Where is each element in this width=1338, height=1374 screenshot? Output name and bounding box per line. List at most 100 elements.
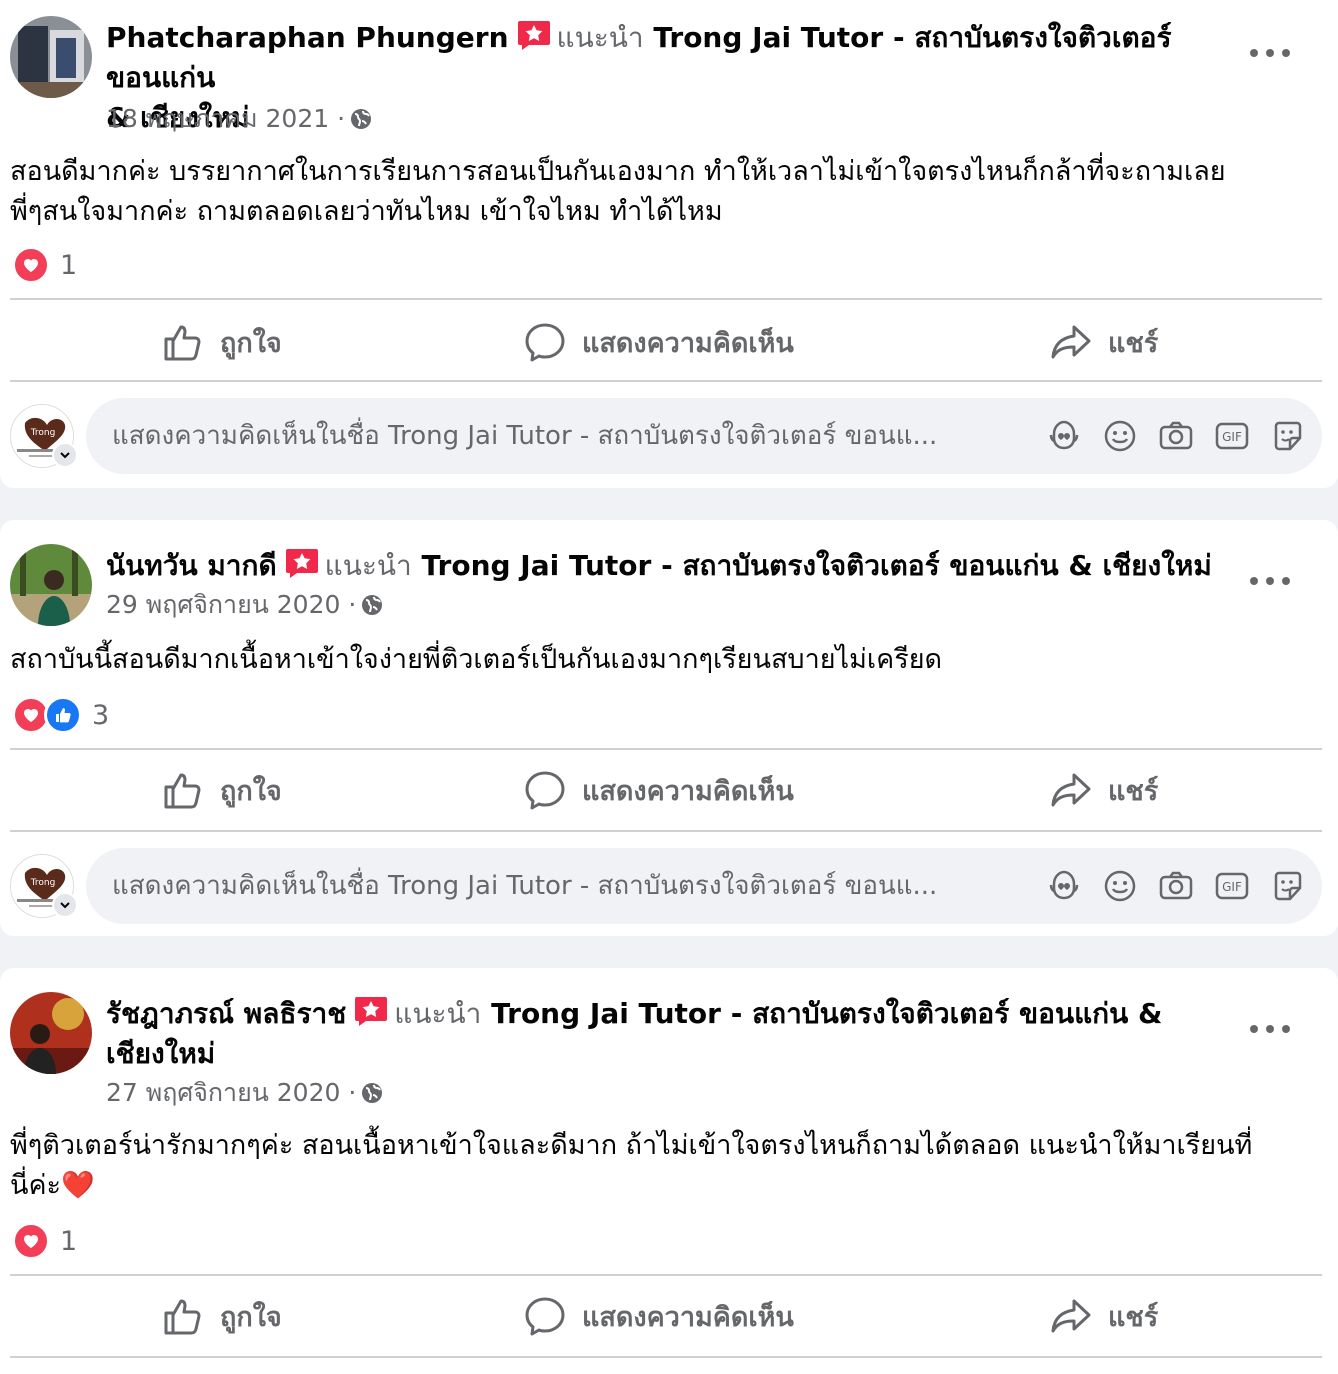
- comment-button[interactable]: แสดงความคิดเห็น: [524, 1276, 794, 1356]
- recommend-icon: [354, 995, 388, 1027]
- post-header: รัชฎาภรณ์ พลธิราช แนะนำ Trong Jai Tutor -…: [10, 990, 1330, 1110]
- post-date[interactable]: 27 พฤศจิกายน 2020: [106, 1078, 340, 1107]
- avatar[interactable]: [10, 992, 92, 1074]
- post-text: สอนดีมากค่ะ บรรยากาศในการเรียนการสอนเป็น…: [10, 152, 1310, 232]
- thumbs-up-icon: [164, 773, 201, 809]
- page-name[interactable]: Trong Jai Tutor - สถาบันตรงใจติวเตอร์ ขอ…: [491, 997, 1162, 1030]
- avatar[interactable]: [10, 16, 92, 98]
- comment-button[interactable]: แสดงความคิดเห็น: [524, 302, 794, 382]
- recommends-label: แนะนำ: [556, 21, 644, 54]
- globe-icon: [360, 592, 384, 616]
- emoji-icon[interactable]: [1102, 418, 1138, 454]
- reaction-count: 1: [60, 249, 78, 281]
- post-date-line: 27 พฤศจิกายน 2020 ·: [106, 1076, 384, 1110]
- comment-label: แสดงความคิดเห็น: [582, 327, 794, 359]
- author-name[interactable]: รัชฎาภรณ์ พลธิราช: [106, 997, 346, 1030]
- comment-composer: Trong แสดงความคิดเห็นในชื่อ Trong Jai Tu…: [10, 398, 1322, 476]
- comment-input[interactable]: แสดงความคิดเห็นในชื่อ Trong Jai Tutor - …: [86, 848, 1322, 924]
- reactions-summary[interactable]: 1: [12, 246, 77, 284]
- more-options-icon[interactable]: [1250, 574, 1290, 588]
- recommend-icon: [285, 547, 319, 579]
- camera-icon[interactable]: [1158, 868, 1194, 904]
- divider: [10, 380, 1322, 382]
- like-button[interactable]: ถูกใจ: [162, 750, 282, 830]
- post-title: รัชฎาภรณ์ พลธิราช แนะนำ Trong Jai Tutor -…: [106, 994, 1246, 1074]
- review-card: นันทวัน มากดี แนะนำ Trong Jai Tutor - สถา…: [0, 520, 1338, 936]
- svg-text:Trong: Trong: [30, 428, 56, 438]
- more-options-icon[interactable]: [1250, 46, 1290, 60]
- like-label: ถูกใจ: [220, 327, 282, 359]
- like-reaction-icon: [44, 696, 82, 734]
- share-icon: [1051, 1299, 1091, 1333]
- camera-icon[interactable]: [1158, 418, 1194, 454]
- avatar-sticker-icon[interactable]: [1046, 868, 1082, 904]
- sticker-icon[interactable]: [1270, 418, 1306, 454]
- reviews-feed: Phatcharaphan Phungern แนะนำ Trong Jai Tu…: [0, 0, 1338, 1374]
- review-card: Phatcharaphan Phungern แนะนำ Trong Jai Tu…: [0, 0, 1338, 488]
- post-actions: ถูกใจ แสดงความคิดเห็น แชร์: [10, 1276, 1322, 1356]
- author-name[interactable]: Phatcharaphan Phungern: [106, 21, 509, 54]
- gif-icon[interactable]: GIF: [1214, 868, 1250, 904]
- comment-icon: [525, 1297, 565, 1336]
- globe-icon: [349, 106, 373, 130]
- page-name-cont[interactable]: เชียงใหม่: [106, 1037, 215, 1070]
- post-header: Phatcharaphan Phungern แนะนำ Trong Jai Tu…: [10, 14, 1330, 134]
- reactions-summary[interactable]: 3: [12, 696, 109, 734]
- share-icon: [1051, 773, 1091, 807]
- share-icon: [1051, 325, 1091, 359]
- share-label: แชร์: [1108, 327, 1159, 359]
- avatar[interactable]: [10, 544, 92, 626]
- post-text-line: พี่ๆสนใจมากค่ะ ถามตลอดเลยว่าทันไหม เข้าใ…: [10, 196, 723, 227]
- comment-tools: GIF: [1026, 868, 1306, 904]
- separator: ·: [348, 590, 357, 619]
- post-text: สถาบันนี้สอนดีมากเนื้อหาเข้าใจง่ายพี่ติว…: [10, 640, 1310, 680]
- like-button[interactable]: ถูกใจ: [162, 1276, 282, 1356]
- comment-icon: [525, 771, 565, 810]
- post-text-line: สถาบันนี้สอนดีมากเนื้อหาเข้าใจง่ายพี่ติว…: [10, 644, 943, 675]
- switch-profile-chevron-icon[interactable]: [52, 892, 78, 918]
- love-reaction-icon: [12, 246, 50, 284]
- emoji-icon[interactable]: [1102, 868, 1138, 904]
- like-button[interactable]: ถูกใจ: [162, 302, 282, 382]
- svg-text:GIF: GIF: [1222, 430, 1242, 444]
- comment-icon: [525, 323, 565, 362]
- share-button[interactable]: แชร์: [1050, 302, 1158, 382]
- post-text-line: พี่ๆติวเตอร์น่ารักมากๆค่ะ สอนเนื้อหาเข้า…: [10, 1130, 1253, 1161]
- sticker-icon[interactable]: [1270, 868, 1306, 904]
- post-date[interactable]: 18 พฤษภาคม 2021: [106, 104, 329, 133]
- recommends-label: แนะนำ: [394, 997, 482, 1030]
- love-reaction-icon: [12, 1222, 50, 1260]
- comment-composer: Trong แสดงความคิดเห็นในชื่อ Trong Jai Tu…: [10, 848, 1322, 926]
- post-actions: ถูกใจ แสดงความคิดเห็น แชร์: [10, 750, 1322, 830]
- avatar-sticker-icon[interactable]: [1046, 418, 1082, 454]
- gif-icon[interactable]: GIF: [1214, 418, 1250, 454]
- comment-placeholder: แสดงความคิดเห็นในชื่อ Trong Jai Tutor - …: [112, 871, 938, 901]
- post-date[interactable]: 29 พฤศจิกายน 2020: [106, 590, 340, 619]
- comment-input[interactable]: แสดงความคิดเห็นในชื่อ Trong Jai Tutor - …: [86, 398, 1322, 474]
- more-options-icon[interactable]: [1250, 1022, 1290, 1036]
- post-text-line: นี่ค่ะ❤️: [10, 1170, 95, 1201]
- comment-button[interactable]: แสดงความคิดเห็น: [524, 750, 794, 830]
- divider: [10, 830, 1322, 832]
- reactions-summary[interactable]: 1: [12, 1222, 77, 1260]
- reaction-count: 1: [60, 1225, 78, 1257]
- recommends-label: แนะนำ: [324, 549, 412, 582]
- thumbs-up-icon: [164, 325, 201, 361]
- divider: [10, 1356, 1322, 1358]
- post-text: พี่ๆติวเตอร์น่ารักมากๆค่ะ สอนเนื้อหาเข้า…: [10, 1126, 1310, 1206]
- share-label: แชร์: [1108, 775, 1159, 807]
- switch-profile-chevron-icon[interactable]: [52, 442, 78, 468]
- share-button[interactable]: แชร์: [1050, 1276, 1158, 1356]
- share-button[interactable]: แชร์: [1050, 750, 1158, 830]
- page-name[interactable]: Trong Jai Tutor - สถาบันตรงใจติวเตอร์ ขอ…: [422, 549, 1212, 582]
- separator: ·: [337, 104, 346, 133]
- svg-text:Trong: Trong: [30, 878, 56, 888]
- comment-label: แสดงความคิดเห็น: [582, 1301, 794, 1333]
- post-date-line: 29 พฤศจิกายน 2020 ·: [106, 588, 384, 622]
- author-name[interactable]: นันทวัน มากดี: [106, 549, 277, 582]
- post-text-line: สอนดีมากค่ะ บรรยากาศในการเรียนการสอนเป็น…: [10, 156, 1226, 187]
- thumbs-up-icon: [164, 1299, 201, 1335]
- comment-label: แสดงความคิดเห็น: [582, 775, 794, 807]
- recommend-icon: [517, 19, 551, 51]
- reaction-count: 3: [92, 699, 110, 731]
